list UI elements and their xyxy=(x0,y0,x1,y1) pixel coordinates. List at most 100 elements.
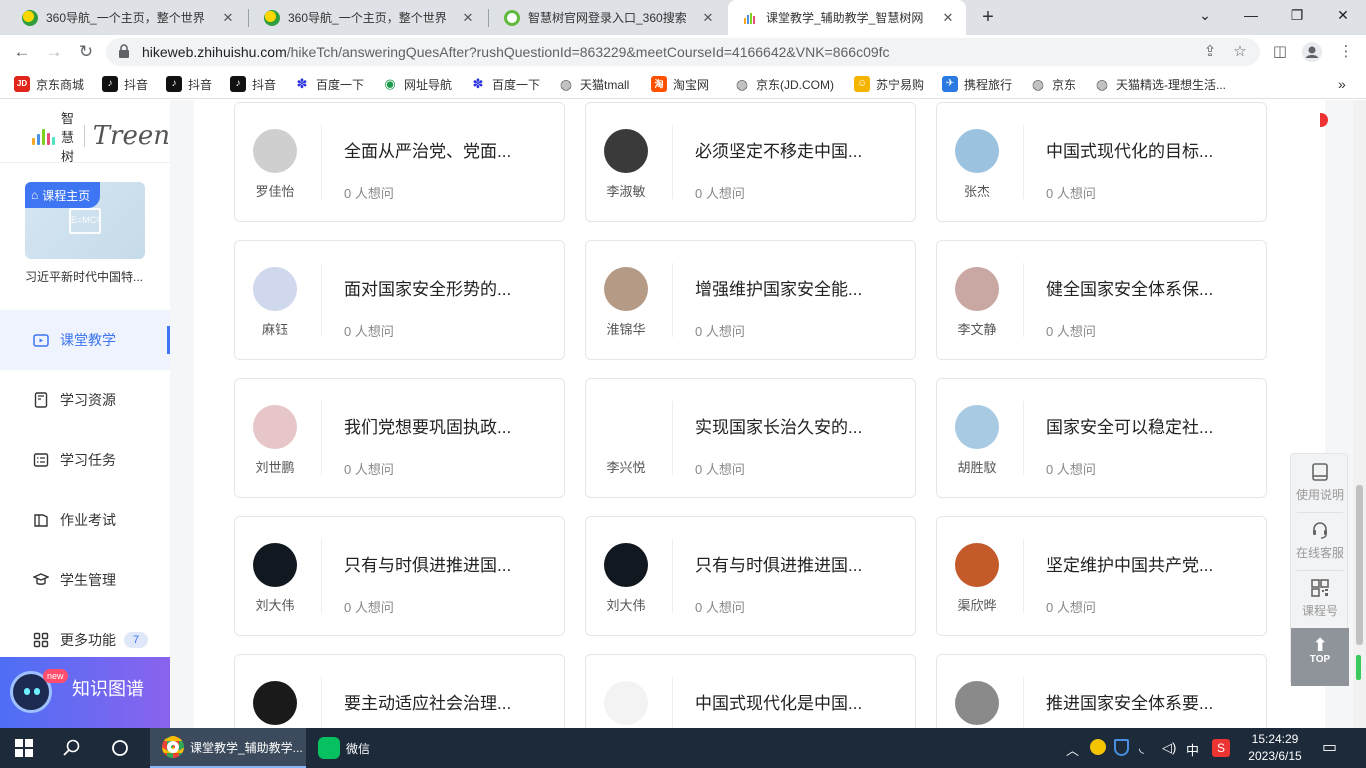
question-card[interactable]: 淮锦华 增强维护国家安全能... 0 人想问 xyxy=(585,240,916,360)
tray-expand-icon[interactable]: ︿ xyxy=(1066,740,1079,759)
question-title[interactable]: 推进国家安全体系要... xyxy=(1046,689,1246,714)
bookmark-item[interactable]: ◍ 天猫tmall xyxy=(558,75,629,93)
question-card[interactable]: 推进国家安全体系要... xyxy=(936,654,1267,728)
share-icon[interactable]: ⇪ xyxy=(1200,42,1220,62)
address-bar[interactable]: hikeweb.zhihuishu.com/hikeTch/answeringQ… xyxy=(106,38,1260,66)
question-card[interactable]: 刘大伟 只有与时俱进推进国... 0 人想问 xyxy=(585,516,916,636)
menu-item-classroom[interactable]: 课堂教学 xyxy=(0,310,170,370)
volume-icon[interactable]: ◁) xyxy=(1162,740,1176,756)
task-view-icon[interactable] xyxy=(96,728,144,768)
question-title[interactable]: 要主动适应社会治理... xyxy=(344,689,544,714)
question-card[interactable]: 要主动适应社会治理... xyxy=(234,654,565,728)
question-card[interactable]: 麻钰 面对国家安全形势的... 0 人想问 xyxy=(234,240,565,360)
bookmark-item[interactable]: ♪ 抖音 xyxy=(102,75,148,93)
forward-icon[interactable]: → xyxy=(42,40,66,64)
bookmark-item[interactable]: ✽ 百度一下 xyxy=(470,75,540,93)
notification-icon[interactable]: ▭ xyxy=(1322,737,1337,757)
question-card[interactable]: 罗佳怡 全面从严治党、党面... 0 人想问 xyxy=(234,102,565,222)
question-title[interactable]: 只有与时俱进推进国... xyxy=(695,551,895,576)
wifi-icon[interactable]: ◟ xyxy=(1139,740,1144,756)
menu-item-tasks[interactable]: 学习任务 xyxy=(0,430,170,490)
knowledge-graph-button[interactable]: new 知识图谱 xyxy=(0,657,170,728)
browser-tab[interactable]: 智慧树官网登录入口_360搜索 ✕ xyxy=(490,0,726,35)
menu-item-resources[interactable]: 学习资源 xyxy=(0,370,170,430)
windows-start-icon[interactable] xyxy=(0,728,48,768)
tab-search-icon[interactable]: ⌄ xyxy=(1182,0,1228,32)
course-code-label: 课程号 xyxy=(1301,604,1338,618)
ime-indicator[interactable]: 中 xyxy=(1186,740,1199,759)
back-icon[interactable]: ← xyxy=(10,40,34,64)
bookmark-item[interactable]: ♪ 抖音 xyxy=(230,75,276,93)
close-tab-icon[interactable]: ✕ xyxy=(940,10,956,26)
taskbar-app-chrome[interactable]: 课堂教学_辅助教学... xyxy=(150,728,306,768)
question-card[interactable]: 刘大伟 只有与时俱进推进国... 0 人想问 xyxy=(234,516,565,636)
question-card[interactable]: 张杰 中国式现代化的目标... 0 人想问 xyxy=(936,102,1267,222)
question-title[interactable]: 面对国家安全形势的... xyxy=(344,275,544,300)
bookmark-item[interactable]: ✽ 百度一下 xyxy=(294,75,364,93)
bookmark-item[interactable]: ◍ 京东 xyxy=(1030,75,1076,93)
question-title[interactable]: 全面从严治党、党面... xyxy=(344,137,544,162)
question-title[interactable]: 必须坚定不移走中国... xyxy=(695,137,895,162)
question-title[interactable]: 国家安全可以稳定社... xyxy=(1046,413,1246,438)
zhihuishu-logo[interactable]: 智慧树 Treen xyxy=(32,111,170,164)
bookmark-item[interactable]: ◉ 网址导航 xyxy=(382,75,452,93)
question-title[interactable]: 坚定维护中国共产党... xyxy=(1046,551,1246,576)
bookmark-item[interactable]: ♪ 抖音 xyxy=(166,75,212,93)
browser-tab-active[interactable]: 课堂教学_辅助教学_智慧树网 ✕ xyxy=(728,0,966,35)
question-card[interactable]: 李淑敏 必须坚定不移走中国... 0 人想问 xyxy=(585,102,916,222)
support-button[interactable]: 在线客服 xyxy=(1291,512,1349,570)
minimize-button[interactable]: — xyxy=(1228,0,1274,32)
course-name[interactable]: 习近平新时代中国特... xyxy=(25,268,165,285)
browser-tab[interactable]: 360导航_一个主页，整个世界 ✕ xyxy=(250,0,486,35)
menu-item-exams[interactable]: 作业考试 xyxy=(0,490,170,550)
restore-button[interactable]: ❐ xyxy=(1274,0,1320,32)
360-tray-icon[interactable] xyxy=(1090,739,1106,755)
close-tab-icon[interactable]: ✕ xyxy=(700,10,716,26)
question-title[interactable]: 我们党想要巩固执政... xyxy=(344,413,544,438)
back-to-top-button[interactable]: ⬆ TOP xyxy=(1291,628,1349,686)
shield-icon[interactable] xyxy=(1114,739,1129,756)
bookmark-item[interactable]: ◍ 天猫精选-理想生活... xyxy=(1094,75,1226,93)
question-title[interactable]: 增强维护国家安全能... xyxy=(695,275,895,300)
bookmark-item[interactable]: ☺ 苏宁易购 xyxy=(854,75,924,93)
question-card[interactable]: 渠欣晔 坚定维护中国共产党... 0 人想问 xyxy=(936,516,1267,636)
scrollbar-thumb[interactable] xyxy=(1356,485,1363,645)
page-scrollbar[interactable] xyxy=(1353,100,1366,728)
question-card[interactable]: 中国式现代化是中国... xyxy=(585,654,916,728)
browser-menu-icon[interactable]: ⋮ xyxy=(1336,42,1356,62)
bookmark-item[interactable]: ◍ 京东(JD.COM) xyxy=(734,75,834,93)
close-window-button[interactable]: ✕ xyxy=(1320,0,1366,32)
question-card[interactable]: 刘世鹏 我们党想要巩固执政... 0 人想问 xyxy=(234,378,565,498)
question-title[interactable]: 实现国家长治久安的... xyxy=(695,413,895,438)
question-title[interactable]: 只有与时俱进推进国... xyxy=(344,551,544,576)
question-title[interactable]: 中国式现代化是中国... xyxy=(695,689,895,714)
question-card[interactable]: 李文静 健全国家安全体系保... 0 人想问 xyxy=(936,240,1267,360)
bookmarks-more-button[interactable]: » xyxy=(1338,75,1346,93)
question-card[interactable]: 胡胜馼 国家安全可以稳定社... 0 人想问 xyxy=(936,378,1267,498)
question-title[interactable]: 中国式现代化的目标... xyxy=(1046,137,1246,162)
browser-tab[interactable]: 360导航_一个主页，整个世界 ✕ xyxy=(8,0,246,35)
taskbar: 课堂教学_辅助教学... 微信 ︿ ◟ ◁) 中 S 15:24:29 2023… xyxy=(0,728,1366,768)
reload-icon[interactable]: ↻ xyxy=(74,40,98,64)
question-title[interactable]: 健全国家安全体系保... xyxy=(1046,275,1246,300)
course-code-button[interactable]: 课程号 xyxy=(1291,570,1349,628)
close-tab-icon[interactable]: ✕ xyxy=(220,10,236,26)
close-tab-icon[interactable]: ✕ xyxy=(460,10,476,26)
bookmark-star-icon[interactable]: ☆ xyxy=(1230,42,1250,62)
course-home-button[interactable]: ⌂ 课程主页 xyxy=(25,182,101,208)
course-thumbnail[interactable]: ⌂ 课程主页 E=MC² xyxy=(25,182,145,259)
question-card[interactable]: 李兴悦 实现国家长治久安的... 0 人想问 xyxy=(585,378,916,498)
profile-icon[interactable] xyxy=(1302,42,1322,62)
system-clock[interactable]: 15:24:29 2023/6/15 xyxy=(1238,731,1312,765)
search-icon[interactable] xyxy=(48,728,96,768)
help-button[interactable]: 使用说明 xyxy=(1291,454,1349,512)
sogou-ime-icon[interactable]: S xyxy=(1212,739,1230,757)
taskbar-app-wechat[interactable]: 微信 xyxy=(306,728,406,768)
bookmark-item[interactable]: JD 京东商城 xyxy=(14,75,84,93)
new-tab-button[interactable]: + xyxy=(977,6,999,28)
bookmark-item[interactable]: 淘淘宝网 xyxy=(651,75,709,93)
side-panel-icon[interactable]: ◫ xyxy=(1270,42,1290,62)
bookmark-item[interactable]: ✈ 携程旅行 xyxy=(942,75,1012,93)
question-ask-count: 0 人想问 xyxy=(1046,462,1096,477)
menu-item-students[interactable]: 学生管理 xyxy=(0,550,170,610)
